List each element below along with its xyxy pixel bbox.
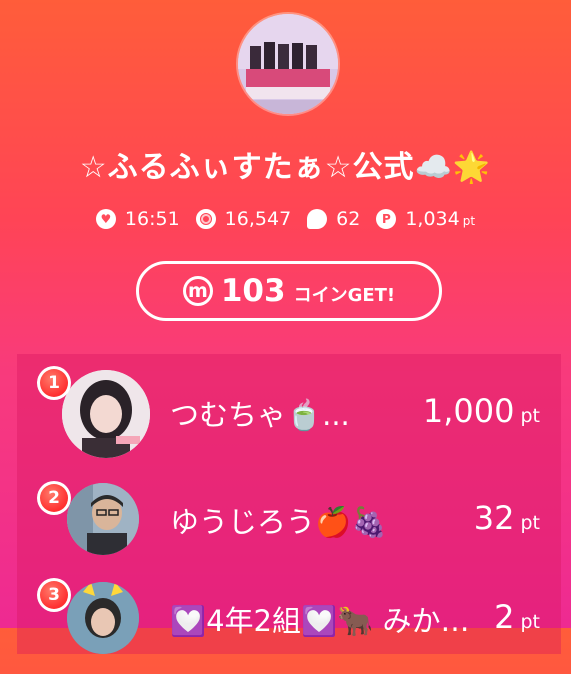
group-photo-image (238, 14, 338, 114)
avatar[interactable] (67, 483, 139, 555)
points-unit: pt (462, 214, 476, 228)
coin-icon: m (182, 276, 213, 306)
avatar[interactable] (67, 582, 139, 654)
comment-icon (307, 209, 328, 229)
coin-get-button[interactable]: m 103 コインGET! (136, 261, 442, 321)
user-score: 1,000 pt (423, 392, 540, 430)
rank-number: 2 (40, 484, 68, 512)
ranking-row-3[interactable]: 3 💟4年2組💟🐂 みか… 2 pt (17, 574, 561, 674)
point-icon: P (376, 209, 397, 229)
user-score: 32 pt (474, 499, 540, 537)
user-score: 2 pt (494, 598, 540, 636)
rank-badge: 2 (37, 481, 71, 515)
user-name[interactable]: ゆうじろう🍎🍇 (170, 499, 387, 541)
user-name[interactable]: つむちゃ🍵... (170, 392, 350, 434)
coin-amount: 103 (220, 273, 286, 309)
rank-number: 3 (40, 581, 68, 609)
time-stat: ♥ 16:51 (95, 208, 180, 230)
target-icon (195, 209, 216, 229)
rank-number: 1 (40, 369, 68, 397)
user-photo (62, 370, 150, 458)
views-value: 16,547 (224, 208, 292, 230)
user-photo (67, 483, 139, 555)
score-unit: pt (520, 405, 540, 427)
user-photo (67, 582, 139, 654)
comments-value: 62 (336, 208, 361, 230)
profile-title: ☆ふるふぃすたぁ☆公式☁️🌟 (79, 150, 492, 185)
score-value: 1,000 (422, 392, 515, 430)
ranking-list: 1 つむちゃ🍵... 1,000 pt 2 ゆうじろう🍎🍇 32 pt 3 💟4… (17, 354, 561, 654)
ranking-row-2[interactable]: 2 ゆうじろう🍎🍇 32 pt (17, 469, 561, 569)
score-value: 32 (473, 499, 515, 537)
profile-avatar[interactable] (238, 14, 338, 114)
score-unit: pt (520, 512, 540, 534)
user-name[interactable]: 💟4年2組💟🐂 みか… (170, 598, 469, 640)
score-value: 2 (494, 598, 515, 636)
time-value: 16:51 (124, 208, 180, 230)
rank-badge: 1 (37, 366, 71, 400)
score-unit: pt (520, 611, 540, 633)
views-stat: 16,547 (195, 208, 292, 230)
points-stat: P 1,034 pt (376, 208, 475, 230)
avatar[interactable] (62, 370, 150, 458)
coin-label: コインGET! (293, 285, 396, 306)
comments-stat: 62 (307, 208, 360, 230)
stats-bar: ♥ 16:51 16,547 62 P 1,034 pt (0, 208, 571, 230)
heart-icon: ♥ (95, 209, 116, 229)
ranking-row-1[interactable]: 1 つむちゃ🍵... 1,000 pt (17, 354, 561, 458)
rank-badge: 3 (37, 578, 71, 612)
points-value: 1,034 (405, 208, 460, 230)
